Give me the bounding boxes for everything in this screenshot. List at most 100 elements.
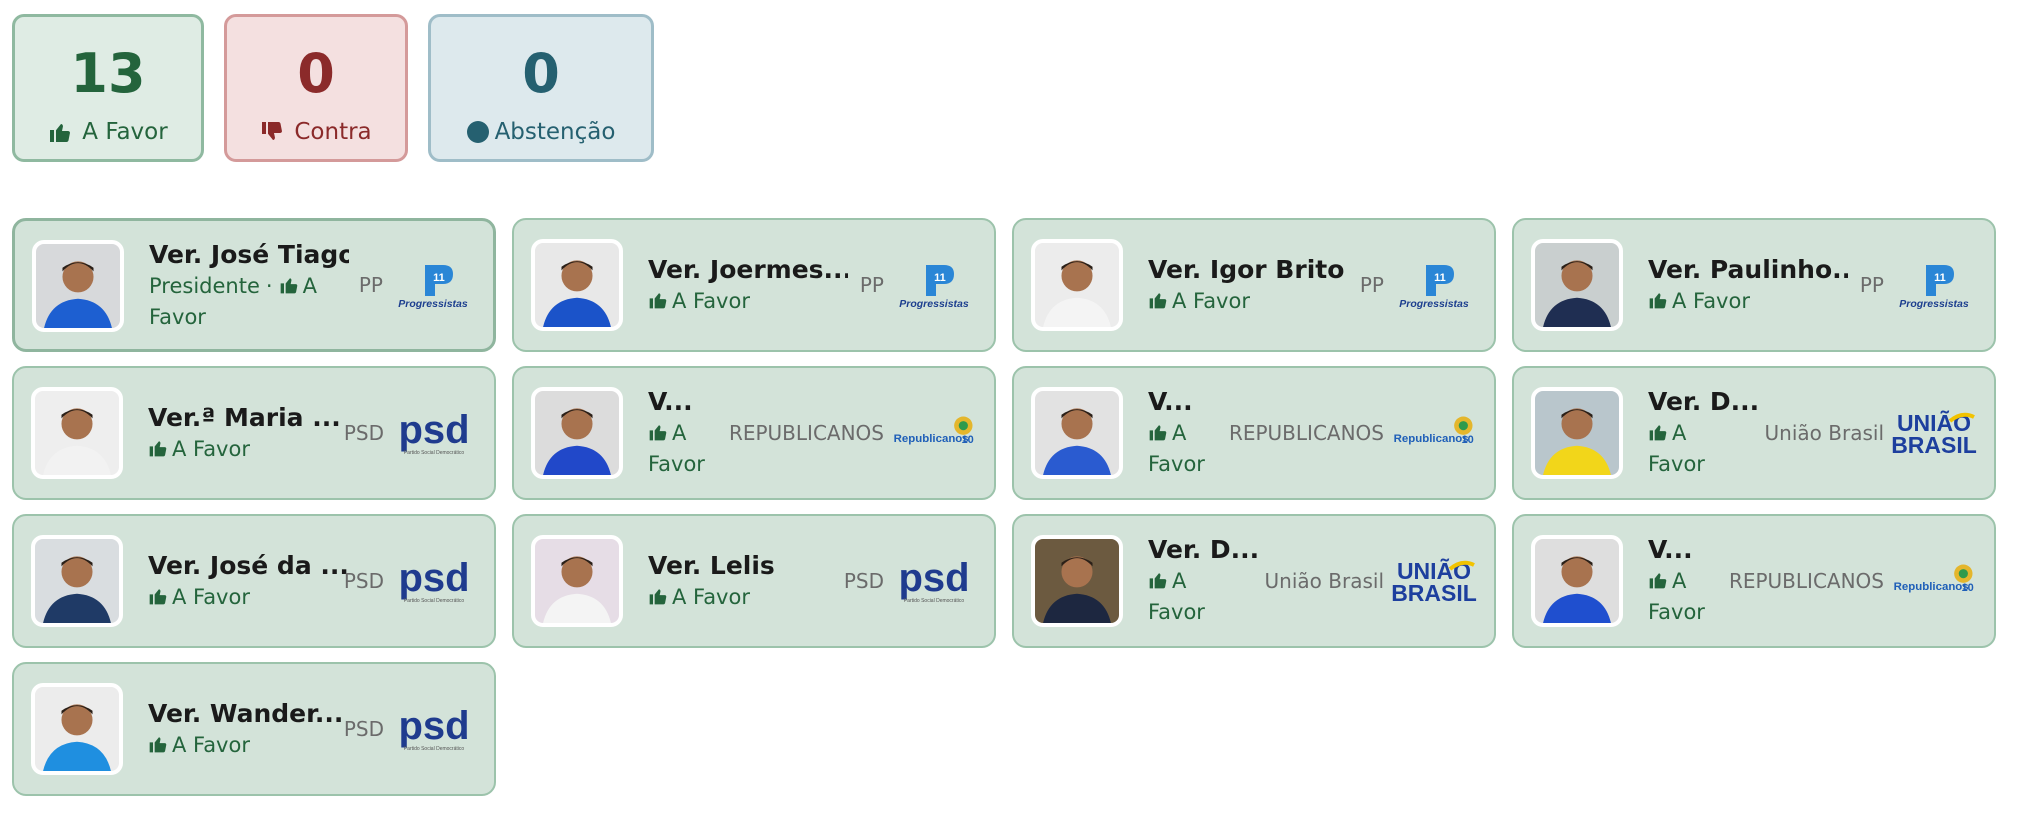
- vote-status: A Favor: [148, 582, 348, 613]
- councillor-name: Ver. Wander...: [148, 699, 344, 728]
- party-acronym: União Brasil: [1764, 421, 1884, 445]
- svg-text:Partido Social Democrático: Partido Social Democrático: [404, 598, 465, 604]
- councillor-name: Ver. Joermes...: [648, 255, 848, 284]
- thumbs-up-icon: [1648, 570, 1668, 590]
- councillor-card[interactable]: Ver. D... A Favor União Brasil UNIÃO BRA…: [1012, 514, 1496, 648]
- tally-abstencao: 0 Abstenção: [428, 14, 654, 162]
- vote-label: A Favor: [672, 289, 750, 313]
- party-acronym: PSD: [343, 717, 384, 741]
- vote-label: A Favor: [1672, 289, 1750, 313]
- separator: ·: [265, 274, 273, 298]
- councillor-card[interactable]: V... A Favor REPUBLICANOS Republicanos 1…: [1012, 366, 1496, 500]
- councillor-info: Ver.ª Maria ... A Favor: [148, 402, 348, 465]
- tally-contra: 0 Contra: [224, 14, 408, 162]
- thumbs-up-icon: [1148, 422, 1168, 442]
- councillor-info: Ver. Lelis A Favor: [648, 550, 848, 613]
- councillor-name: Ver. D...: [1648, 387, 1760, 416]
- avatar: [531, 535, 623, 627]
- councillor-card[interactable]: Ver.ª Maria ... A Favor PSD psd Partido …: [12, 366, 496, 500]
- svg-text:11: 11: [433, 272, 445, 284]
- councillor-card[interactable]: Ver. Wander... A Favor PSD psd Partido S…: [12, 662, 496, 796]
- party-acronym: REPUBLICANOS: [1728, 569, 1884, 593]
- tally-favor: 13 A Favor: [12, 14, 204, 162]
- svg-text:psd: psd: [398, 557, 469, 600]
- councillor-name: Ver. José da ...: [148, 551, 348, 580]
- councillor-card[interactable]: Ver. D... A Favor União Brasil UNIÃO BRA…: [1512, 366, 1996, 500]
- favor-label: A Favor: [48, 119, 168, 145]
- svg-text:BRASIL: BRASIL: [1891, 432, 1977, 457]
- councillor-name: V...: [1148, 387, 1193, 416]
- vote-status: A Favor: [648, 418, 708, 480]
- favor-text: A Favor: [82, 119, 168, 145]
- thumbs-up-icon: [648, 422, 668, 442]
- councillor-card[interactable]: Ver. José Tiago Presidente · A Favor PP 11…: [12, 218, 496, 352]
- councillor-info: Ver. José da ... A Favor: [148, 550, 348, 613]
- svg-text:BRASIL: BRASIL: [1391, 580, 1477, 605]
- councillor-name: V...: [1648, 535, 1693, 564]
- thumbs-down-icon: [260, 120, 284, 144]
- vote-label: A Favor: [172, 585, 250, 609]
- svg-text:Partido Social Democrático: Partido Social Democrático: [404, 746, 465, 752]
- thumbs-up-icon: [148, 586, 168, 606]
- councillor-info: Ver. Joermes... A Favor: [648, 254, 848, 317]
- progressistas-logo: 11 Progressistas: [398, 265, 468, 309]
- thumbs-up-icon: [279, 275, 299, 295]
- vote-status: A Favor: [1648, 286, 1848, 317]
- contra-text: Contra: [294, 119, 372, 145]
- party-acronym: PSD: [343, 569, 384, 593]
- councillor-name: V...: [648, 387, 693, 416]
- progressistas-logo: 11 Progressistas: [1899, 265, 1969, 309]
- thumbs-up-icon: [48, 120, 72, 144]
- psd-logo: psd Partido Social Democrático: [398, 705, 469, 752]
- avatar: [31, 387, 123, 479]
- vote-status: A Favor: [648, 582, 848, 613]
- avatar: [32, 240, 124, 332]
- favor-count: 13: [70, 42, 146, 105]
- avatar: [531, 239, 623, 331]
- councillor-card[interactable]: V... A Favor REPUBLICANOS Republicanos 1…: [512, 366, 996, 500]
- thumbs-up-icon: [148, 438, 168, 458]
- vote-status: A Favor: [1148, 286, 1348, 317]
- vote-status: A Favor: [1648, 566, 1708, 628]
- party-acronym: REPUBLICANOS: [728, 421, 884, 445]
- contra-count: 0: [297, 42, 335, 105]
- svg-text:10: 10: [1462, 434, 1474, 446]
- psd-logo: psd Partido Social Democrático: [398, 557, 469, 604]
- vote-status: A Favor: [648, 286, 848, 317]
- councillor-name: Ver. Lelis: [648, 551, 775, 580]
- svg-text:Progressistas: Progressistas: [398, 298, 468, 309]
- vote-label: A Favor: [1172, 289, 1250, 313]
- councillor-info: Ver. Paulinho... A Favor: [1648, 254, 1848, 317]
- councillor-card[interactable]: Ver. Lelis A Favor PSD psd Partido Socia…: [512, 514, 996, 648]
- vote-status: A Favor: [1648, 418, 1708, 480]
- svg-text:11: 11: [1434, 272, 1446, 284]
- avatar: [1531, 239, 1623, 331]
- party-acronym: União Brasil: [1264, 569, 1384, 593]
- republicanos-logo: Republicanos 10: [1394, 416, 1474, 446]
- avatar: [531, 387, 623, 479]
- svg-text:psd: psd: [898, 557, 969, 600]
- vote-status: A Favor: [1148, 566, 1208, 628]
- abstencao-text: Abstenção: [494, 119, 616, 145]
- psd-logo: psd Partido Social Democrático: [898, 557, 969, 604]
- councillor-card[interactable]: V... A Favor REPUBLICANOS Republicanos 1…: [1512, 514, 1996, 648]
- vote-label: A Favor: [172, 733, 250, 757]
- svg-text:Progressistas: Progressistas: [1399, 298, 1469, 309]
- party-acronym: PP: [859, 273, 884, 297]
- abstencao-count: 0: [522, 42, 560, 105]
- svg-text:Progressistas: Progressistas: [1899, 298, 1969, 309]
- republicanos-logo: Republicanos 10: [894, 416, 974, 446]
- councillor-card[interactable]: Ver. Joermes... A Favor PP 11 Progressis…: [512, 218, 996, 352]
- progressistas-logo: 11 Progressistas: [899, 265, 969, 309]
- svg-text:11: 11: [934, 272, 946, 284]
- vote-label: A Favor: [672, 585, 750, 609]
- councillor-info: Ver. Wander... A Favor: [148, 698, 348, 761]
- uniao-brasil-logo: UNIÃO BRASIL: [1391, 557, 1477, 605]
- councillor-card[interactable]: Ver. Paulinho... A Favor PP 11 Progressi…: [1512, 218, 1996, 352]
- councillor-card[interactable]: Ver. Igor Brito A Favor PP 11 Progressis…: [1012, 218, 1496, 352]
- councillor-card[interactable]: Ver. José da ... A Favor PSD psd Partido…: [12, 514, 496, 648]
- vote-status: A Favor: [148, 434, 348, 465]
- thumbs-up-icon: [1148, 290, 1168, 310]
- contra-label: Contra: [260, 119, 372, 145]
- vote-label: A Favor: [172, 437, 250, 461]
